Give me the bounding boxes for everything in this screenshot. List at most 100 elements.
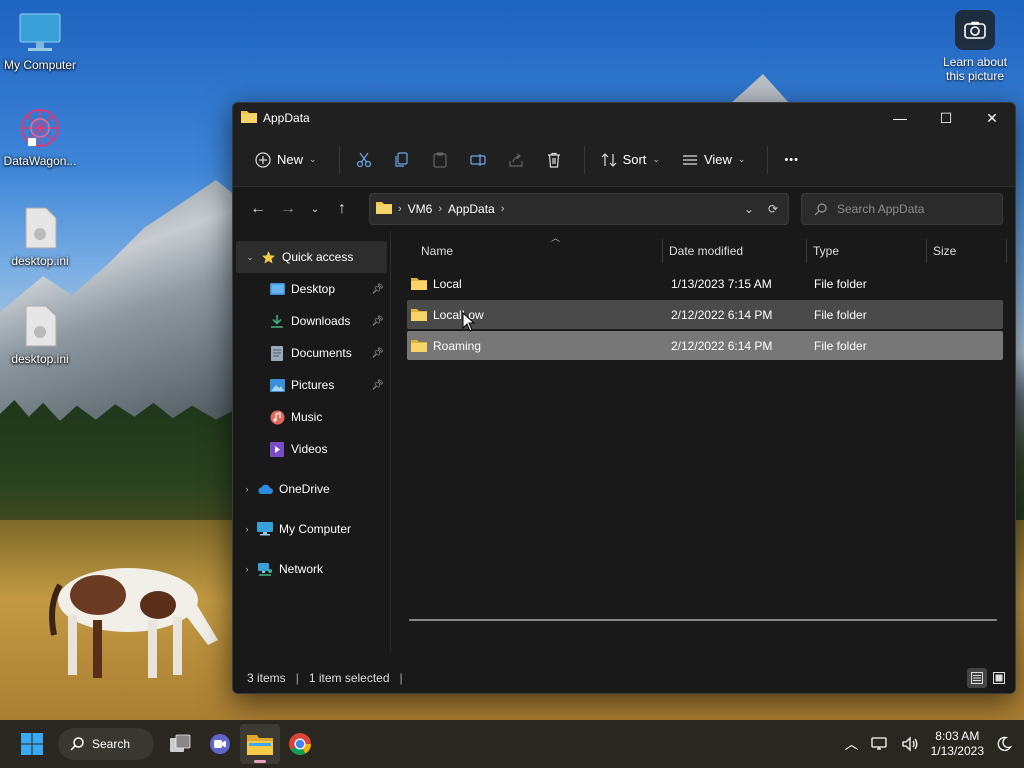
copy-button[interactable] xyxy=(386,144,418,176)
minimize-button[interactable]: — xyxy=(877,103,923,133)
background-horse xyxy=(49,568,218,678)
forward-button[interactable]: → xyxy=(273,200,303,218)
back-button[interactable]: ← xyxy=(243,200,273,218)
pin-icon: 📌︎ xyxy=(371,315,384,327)
list-view-icon xyxy=(682,154,697,165)
arrow-right-icon: → xyxy=(280,200,296,217)
teams-chat-button[interactable] xyxy=(200,724,240,764)
sidebar-item-desktop[interactable]: Desktop 📌︎ xyxy=(233,273,390,305)
sidebar-item-label: Downloads xyxy=(291,314,351,328)
volume-icon[interactable] xyxy=(901,736,919,752)
pin-icon: 📌︎ xyxy=(371,379,384,391)
sidebar-item-pictures[interactable]: Pictures 📌︎ xyxy=(233,369,390,401)
search-input[interactable] xyxy=(837,202,987,216)
sort-ascending-icon: ︿ xyxy=(551,233,561,243)
view-button[interactable]: View ⌄ xyxy=(674,144,754,176)
settings-file-icon xyxy=(16,204,64,252)
show-hidden-icons-chevron-icon[interactable]: ︿ xyxy=(845,734,859,754)
file-date: 2/12/2022 6:14 PM xyxy=(671,307,773,322)
share-button[interactable] xyxy=(500,144,532,176)
desktop-icon-desktop-ini-1[interactable]: desktop.ini xyxy=(0,204,80,268)
address-bar[interactable]: › VM6 › AppData › ⌄ ⟳ xyxy=(369,193,789,225)
chevron-right-icon[interactable]: › xyxy=(237,564,257,574)
video-icon xyxy=(269,441,285,457)
desktop-icon-label: desktop.ini xyxy=(11,254,69,268)
sidebar-item-quick-access[interactable]: ⌄ Quick access xyxy=(236,241,387,273)
column-header-size[interactable]: Size xyxy=(927,239,1007,263)
focus-assist-moon-icon[interactable] xyxy=(996,736,1012,752)
breadcrumb-appdata[interactable]: AppData xyxy=(448,202,495,216)
toolbar-separator xyxy=(583,145,585,174)
column-header-type[interactable]: Type xyxy=(807,239,927,263)
cut-button[interactable] xyxy=(348,144,380,176)
column-header-date[interactable]: Date modified xyxy=(663,239,807,263)
tiles-view-button[interactable] xyxy=(989,668,1009,688)
paste-button[interactable] xyxy=(424,144,456,176)
task-view-button[interactable] xyxy=(160,724,200,764)
search-icon xyxy=(814,202,827,215)
chevron-down-icon[interactable]: ⌄ xyxy=(240,252,260,263)
sidebar-item-onedrive[interactable]: › OneDrive xyxy=(233,473,390,505)
sidebar-item-videos[interactable]: Videos xyxy=(233,433,390,465)
sidebar-item-my-computer[interactable]: › My Computer xyxy=(233,513,390,545)
file-list: ︿ Name Date modified Type Size Local 1/1… xyxy=(391,231,1015,651)
delete-button[interactable] xyxy=(538,144,570,176)
sidebar-item-downloads[interactable]: Downloads 📌︎ xyxy=(233,305,390,337)
rename-button[interactable] xyxy=(462,144,494,176)
toolbar-separator xyxy=(767,145,769,174)
maximize-button[interactable]: ☐ xyxy=(923,103,969,133)
navigation-pane: ⌄ Quick access Desktop 📌︎ Downloads 📌︎ D… xyxy=(233,231,391,651)
sidebar-item-documents[interactable]: Documents 📌︎ xyxy=(233,337,390,369)
sidebar-item-label: OneDrive xyxy=(279,482,330,496)
desktop-icon-datawagon[interactable]: DataWagon... xyxy=(0,104,80,168)
search-icon xyxy=(70,737,84,751)
close-button[interactable]: ✕ xyxy=(969,103,1015,133)
file-date: 2/12/2022 6:14 PM xyxy=(671,338,773,353)
chevron-down-icon: ⌄ xyxy=(737,154,746,164)
taskbar-clock[interactable]: 8:03 AM 1/13/2023 xyxy=(931,729,984,759)
more-options-button[interactable]: ••• xyxy=(776,144,807,176)
sidebar-item-label: Quick access xyxy=(282,250,354,264)
monitor-icon xyxy=(257,521,273,537)
pin-icon: 📌︎ xyxy=(371,347,384,359)
breadcrumb-chevron-icon[interactable]: › xyxy=(501,203,505,215)
details-view-button[interactable] xyxy=(967,668,987,688)
chrome-taskbar-button[interactable] xyxy=(280,724,320,764)
sort-label: Sort xyxy=(622,152,647,167)
recent-locations-button[interactable]: ⌄ xyxy=(303,204,327,215)
folder-icon xyxy=(411,339,427,352)
up-button[interactable]: ↑ xyxy=(327,200,357,218)
breadcrumb-chevron-icon[interactable]: › xyxy=(438,203,442,215)
file-row-roaming[interactable]: Roaming 2/12/2022 6:14 PM File folder xyxy=(407,331,1003,360)
chevron-right-icon[interactable]: › xyxy=(237,484,257,494)
refresh-icon[interactable]: ⟳ xyxy=(768,202,778,216)
sidebar-item-network[interactable]: › Network xyxy=(233,553,390,585)
desktop-icon-my-computer[interactable]: My Computer xyxy=(0,8,80,72)
file-row-locallow[interactable]: LocalLow 2/12/2022 6:14 PM File folder xyxy=(407,300,1003,329)
breadcrumb-vm6[interactable]: VM6 xyxy=(408,202,433,216)
new-button[interactable]: New ⌄ xyxy=(247,144,325,176)
cloud-icon xyxy=(257,481,273,497)
chevron-right-icon[interactable]: › xyxy=(237,524,257,534)
horizontal-scrollbar[interactable] xyxy=(409,619,997,621)
sort-button[interactable]: Sort ⌄ xyxy=(593,144,668,176)
sidebar-item-label: Desktop xyxy=(291,282,336,296)
address-history-chevron-icon[interactable]: ⌄ xyxy=(744,202,754,216)
learn-about-picture[interactable]: Learn about this picture xyxy=(935,10,1015,83)
monitor-icon xyxy=(16,8,64,56)
sidebar-item-music[interactable]: Music xyxy=(233,401,390,433)
search-box[interactable] xyxy=(801,193,1003,225)
taskbar-search-button[interactable]: Search xyxy=(58,728,154,760)
breadcrumb-chevron-icon[interactable]: › xyxy=(398,203,402,215)
start-button[interactable] xyxy=(12,724,52,764)
column-header-name[interactable]: Name xyxy=(407,239,663,263)
status-separator: | xyxy=(399,671,403,685)
network-status-icon[interactable] xyxy=(870,736,889,752)
share-icon xyxy=(508,153,523,167)
sidebar-item-label: Videos xyxy=(291,442,328,456)
file-row-local[interactable]: Local 1/13/2023 7:15 AM File folder xyxy=(407,269,1003,298)
desktop-icon-desktop-ini-2[interactable]: desktop.ini xyxy=(0,302,80,366)
title-bar[interactable]: AppData — ☐ ✕ xyxy=(233,103,1015,133)
file-explorer-taskbar-button[interactable] xyxy=(240,724,280,764)
file-name: Local xyxy=(433,276,462,291)
